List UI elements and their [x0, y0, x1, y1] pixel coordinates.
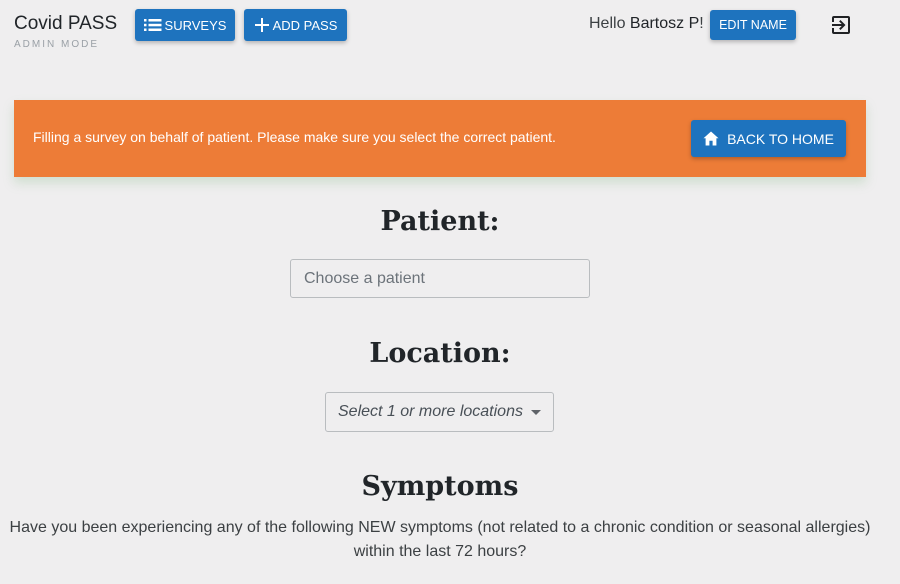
surveys-button[interactable]: SURVEYS	[135, 9, 235, 41]
back-to-home-label: BACK TO HOME	[727, 130, 834, 147]
add-pass-label: ADD PASS	[272, 17, 338, 33]
plus-icon	[254, 17, 270, 33]
on-behalf-banner: Filling a survey on behalf of patient. P…	[14, 100, 866, 177]
page: Covid PASS ADMIN MODE SURVEYS ADD PASS H…	[0, 0, 900, 584]
greeting-prefix: Hello	[589, 15, 630, 32]
back-to-home-button[interactable]: BACK TO HOME	[691, 120, 846, 157]
greeting: Hello Bartosz P!	[589, 15, 704, 33]
home-icon	[703, 131, 719, 146]
logout-icon[interactable]	[829, 13, 853, 37]
user-name: Bartosz P	[629, 15, 700, 32]
symptoms-heading: Symptoms	[361, 471, 519, 502]
patient-heading: Patient:	[380, 206, 500, 237]
caret-down-icon	[530, 409, 541, 415]
patient-input[interactable]	[290, 259, 590, 298]
admin-mode-label: ADMIN MODE	[14, 39, 99, 50]
edit-name-button[interactable]: EDIT NAME	[710, 10, 796, 40]
banner-message: Filling a survey on behalf of patient. P…	[33, 129, 556, 145]
edit-name-label: EDIT NAME	[719, 18, 787, 32]
surveys-label: SURVEYS	[164, 17, 227, 33]
location-select[interactable]: Select 1 or more locations	[325, 392, 554, 432]
symptoms-question: Have you been experiencing any of the fo…	[9, 519, 871, 560]
location-heading: Location:	[369, 338, 511, 369]
app-title: Covid PASS	[14, 13, 118, 34]
location-placeholder: Select 1 or more locations	[338, 403, 523, 420]
list-icon	[143, 18, 162, 32]
add-pass-button[interactable]: ADD PASS	[244, 9, 347, 41]
brand: Covid PASS ADMIN MODE	[14, 12, 117, 50]
greeting-suffix: !	[699, 15, 704, 32]
